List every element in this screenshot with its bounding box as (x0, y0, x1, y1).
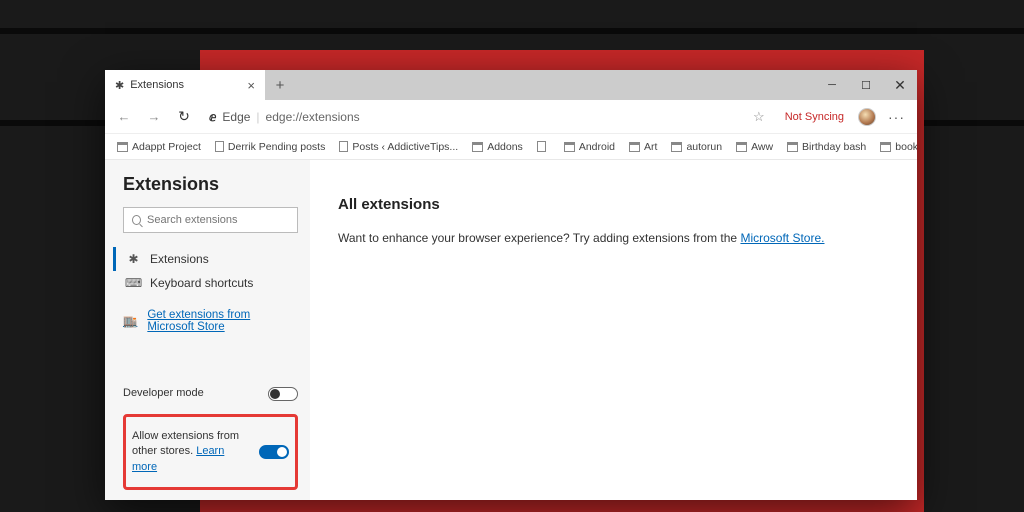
bookmark-label: Aww (751, 141, 773, 153)
keyboard-icon: ⌨ (127, 276, 140, 290)
bookmark-item[interactable]: Adappt Project (111, 139, 207, 155)
close-window-button[interactable]: ✕ (883, 70, 917, 100)
microsoft-store-link[interactable]: Microsoft Store. (740, 231, 824, 245)
bookmark-label: books (895, 141, 917, 153)
refresh-icon[interactable]: ↻ (173, 106, 195, 128)
bookmarks-bar: Adappt Project Derrik Pending posts Posts … (105, 134, 917, 160)
sidebar-item-label: Keyboard shortcuts (150, 276, 253, 290)
search-extensions-input[interactable] (123, 207, 298, 233)
browser-tab-extensions[interactable]: ✱ Extensions × (105, 70, 265, 100)
bookmark-item[interactable]: Art (623, 139, 663, 155)
close-tab-icon[interactable]: × (247, 78, 255, 93)
bookmark-item[interactable]: Derrik Pending posts (209, 139, 331, 155)
bookmark-label: autorun (686, 141, 722, 153)
file-icon (537, 141, 546, 152)
bookmark-label: Birthday bash (802, 141, 866, 153)
extensions-main-panel: All extensions Want to enhance your brow… (310, 160, 917, 500)
edge-icon: ⅇ (209, 110, 216, 124)
folder-icon (880, 142, 891, 152)
developer-mode-row: Developer mode (123, 380, 298, 407)
bookmark-label: Posts ‹ AddictiveTips... (352, 141, 458, 153)
folder-icon (787, 142, 798, 152)
puzzle-icon: ✱ (127, 252, 140, 266)
folder-icon (472, 142, 483, 152)
page-content: Extensions ✱ Extensions ⌨ Keyboard short… (105, 160, 917, 500)
bookmark-label: Derrik Pending posts (228, 141, 325, 153)
store-icon: 🏬 (123, 314, 137, 328)
back-icon[interactable]: ← (113, 106, 135, 128)
bookmark-label: Art (644, 141, 657, 153)
search-icon (132, 215, 141, 225)
address-bar[interactable]: ⅇ Edge | edge://extensions ☆ (203, 109, 771, 125)
bookmark-item[interactable]: autorun (665, 139, 728, 155)
puzzle-icon: ✱ (115, 79, 124, 92)
folder-icon (671, 142, 682, 152)
sidebar-item-extensions[interactable]: ✱ Extensions (113, 247, 298, 271)
separator: | (256, 110, 259, 124)
bookmark-item[interactable] (531, 139, 556, 154)
allow-other-stores-label: Allow extensions from other stores. Lear… (132, 429, 259, 475)
allow-other-stores-row: Allow extensions from other stores. Lear… (132, 423, 289, 481)
nav-toolbar: ← → ↻ ⅇ Edge | edge://extensions ☆ Not S… (105, 100, 917, 134)
bookmark-label: Addons (487, 141, 523, 153)
folder-icon (564, 142, 575, 152)
developer-mode-toggle[interactable] (268, 387, 298, 401)
file-icon (339, 141, 348, 152)
sidebar-title: Extensions (123, 174, 298, 195)
allow-other-stores-toggle[interactable] (259, 445, 289, 459)
all-extensions-heading: All extensions (338, 196, 889, 213)
new-tab-button[interactable]: + (265, 70, 295, 100)
favorite-star-icon[interactable]: ☆ (753, 109, 765, 125)
maximize-button[interactable]: ☐ (849, 70, 883, 100)
store-link-label: Get extensions from Microsoft Store (147, 309, 298, 333)
folder-icon (117, 142, 128, 152)
allow-other-stores-highlight: Allow extensions from other stores. Lear… (123, 414, 298, 490)
url-text: edge://extensions (266, 110, 360, 124)
bookmark-item[interactable]: Aww (730, 139, 779, 155)
search-field[interactable] (147, 214, 289, 226)
tab-title: Extensions (130, 79, 184, 91)
folder-icon (736, 142, 747, 152)
bookmark-item[interactable]: books (874, 139, 917, 155)
bookmark-item[interactable]: Posts ‹ AddictiveTips... (333, 139, 464, 155)
sync-status[interactable]: Not Syncing (785, 111, 844, 123)
file-icon (215, 141, 224, 152)
more-menu-icon[interactable]: ··· (884, 109, 909, 125)
bookmark-item[interactable]: Addons (466, 139, 529, 155)
extensions-empty-message: Want to enhance your browser experience?… (338, 231, 889, 245)
developer-mode-label: Developer mode (123, 386, 268, 401)
bookmark-label: Adappt Project (132, 141, 201, 153)
minimize-button[interactable]: ─ (815, 70, 849, 100)
bookmark-item[interactable]: Birthday bash (781, 139, 872, 155)
window-titlebar: ✱ Extensions × + ─ ☐ ✕ (105, 70, 917, 100)
edge-label: Edge (222, 110, 250, 124)
folder-icon (629, 142, 640, 152)
bookmark-item[interactable]: Android (558, 139, 621, 155)
sidebar-item-label: Extensions (150, 252, 209, 266)
extensions-sidebar: Extensions ✱ Extensions ⌨ Keyboard short… (105, 160, 310, 500)
bookmark-label: Android (579, 141, 615, 153)
get-extensions-store-link[interactable]: 🏬 Get extensions from Microsoft Store (123, 309, 298, 333)
browser-window: ✱ Extensions × + ─ ☐ ✕ ← → ↻ ⅇ Edge | ed… (105, 70, 917, 500)
window-controls: ─ ☐ ✕ (815, 70, 917, 100)
sidebar-item-keyboard-shortcuts[interactable]: ⌨ Keyboard shortcuts (123, 271, 298, 295)
forward-icon[interactable]: → (143, 106, 165, 128)
profile-avatar[interactable] (858, 108, 876, 126)
